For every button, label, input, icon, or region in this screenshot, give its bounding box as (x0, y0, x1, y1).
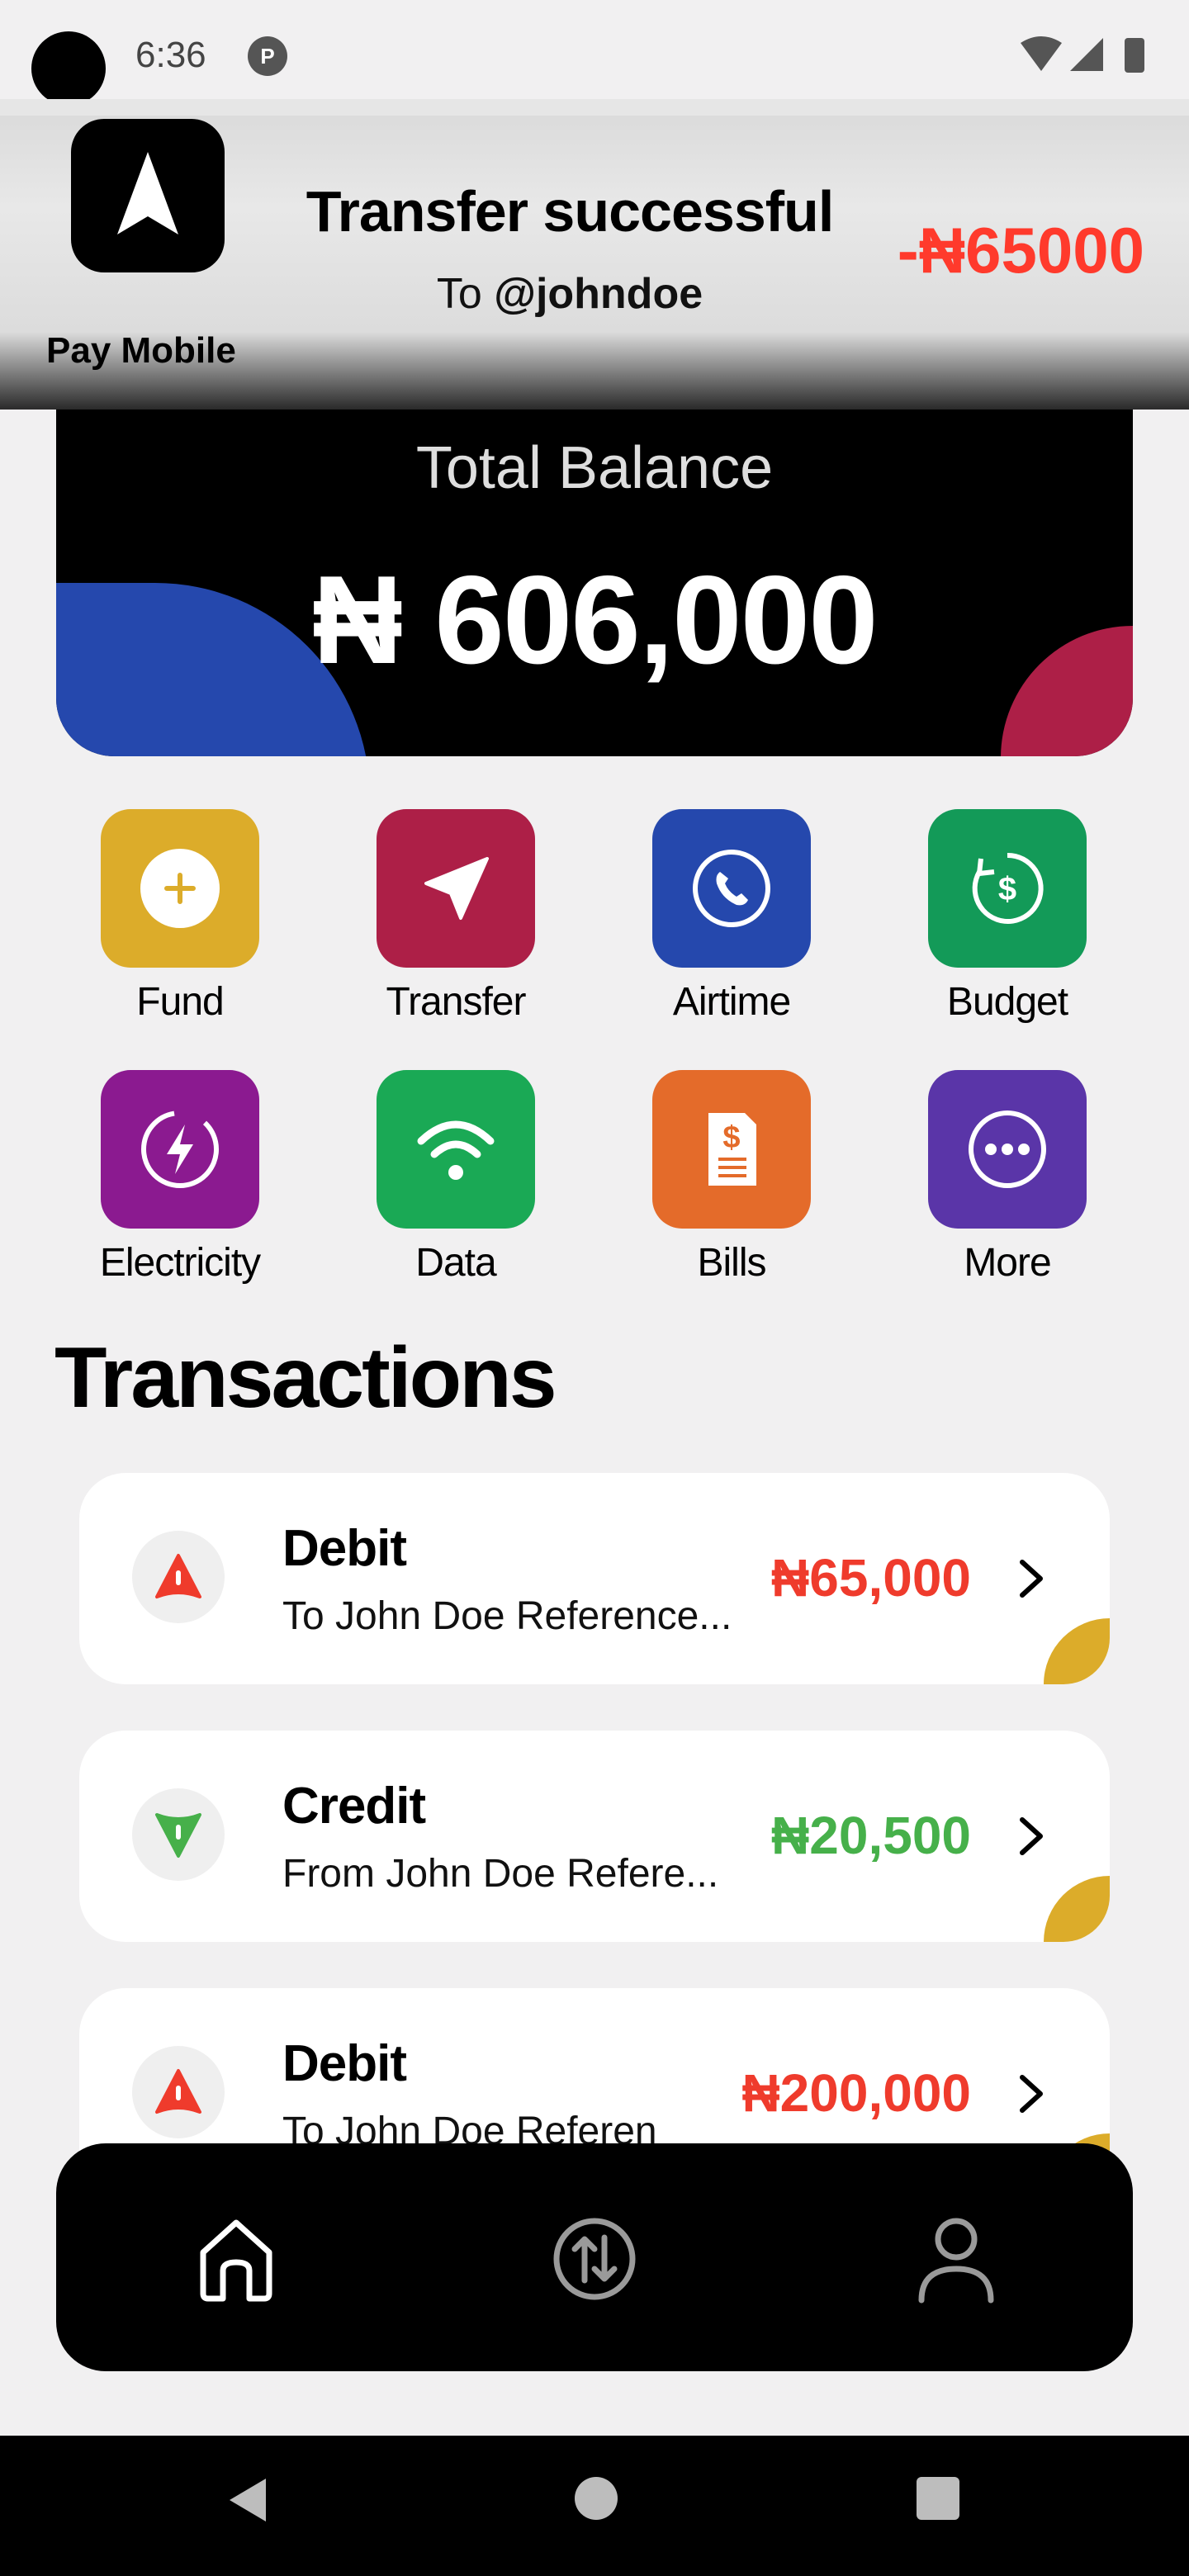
back-icon[interactable] (225, 2475, 271, 2525)
home-button-icon[interactable] (573, 2475, 619, 2522)
home-icon (200, 2219, 272, 2302)
signal-status-icon (1070, 38, 1103, 71)
svg-text:$: $ (722, 1120, 740, 1155)
debit-badge (132, 2046, 225, 2138)
budget-icon: $ (972, 852, 1044, 924)
data-tile[interactable] (377, 1070, 535, 1229)
budget-tile[interactable]: $ (928, 809, 1087, 968)
battery-status-icon (1125, 38, 1144, 73)
plus-circle-icon (140, 849, 220, 928)
action-label: Bills (697, 1241, 766, 1285)
action-bills[interactable]: $ Bills (608, 1070, 855, 1286)
chevron-right-icon (1020, 1560, 1043, 1598)
action-more[interactable]: More (883, 1070, 1131, 1286)
electricity-tile[interactable] (101, 1070, 259, 1229)
phone-icon (693, 850, 770, 927)
lightning-icon (141, 1110, 219, 1188)
action-label: Budget (946, 980, 1068, 1024)
transaction-row[interactable]: Debit To John Doe Reference... ₦65,000 (79, 1473, 1110, 1684)
more-icon (969, 1110, 1046, 1188)
action-label: More (964, 1241, 1051, 1285)
system-navigation-bar (0, 2436, 1189, 2576)
action-label: Transfer (386, 980, 527, 1024)
action-airtime[interactable]: Airtime (608, 809, 855, 1025)
action-label: Fund (136, 980, 224, 1024)
system-status-icons (1021, 36, 1144, 73)
decor-leaf (1044, 1876, 1110, 1942)
bills-tile[interactable]: $ (652, 1070, 811, 1229)
transaction-description: To John Doe Reference... (282, 1594, 732, 1638)
send-icon (424, 857, 489, 920)
app-name: Pay Mobile (46, 330, 236, 371)
nav-transfers[interactable] (537, 2201, 652, 2317)
action-budget[interactable]: $ Budget (883, 809, 1131, 1025)
action-label: Data (415, 1241, 496, 1285)
airtime-tile[interactable] (652, 809, 811, 968)
transaction-amount: ₦20,500 (771, 1806, 971, 1865)
svg-text:$: $ (998, 871, 1016, 907)
status-time: 6:36 (135, 35, 206, 75)
recipient-username: @johndoe (494, 270, 703, 318)
balance-label: Total Balance (415, 435, 774, 501)
notification-amount: -₦65000 (897, 214, 1144, 286)
transaction-amount: ₦65,000 (771, 1548, 971, 1608)
transaction-amount: ₦200,000 (741, 2063, 971, 2123)
transaction-description: From John Doe Refere... (282, 1852, 719, 1896)
debit-arrow-icon (155, 2069, 201, 2114)
transaction-row[interactable]: Credit From John Doe Refere... ₦20,500 (79, 1731, 1110, 1942)
action-fund[interactable]: Fund (56, 809, 304, 1025)
transfer-notification[interactable]: Pay Mobile Transfer successful To @johnd… (0, 99, 1189, 410)
nav-home[interactable] (178, 2201, 294, 2317)
fund-tile[interactable] (101, 809, 259, 968)
action-label: Electricity (99, 1241, 261, 1285)
recipient-prefix: To (436, 270, 495, 318)
more-tile[interactable] (928, 1070, 1087, 1229)
chevron-right-icon (1020, 2075, 1043, 2113)
wifi-icon (417, 1120, 495, 1180)
wifi-status-icon (1021, 36, 1062, 71)
action-data[interactable]: Data (332, 1070, 580, 1286)
balance-amount: ₦ 606,000 (312, 550, 878, 690)
status-bar: 6:36 P (0, 0, 1189, 116)
action-transfer[interactable]: Transfer (332, 809, 580, 1025)
transaction-type: Credit (282, 1778, 426, 1835)
nav-profile[interactable] (898, 2201, 1014, 2317)
recents-icon[interactable] (915, 2475, 961, 2522)
debit-arrow-icon (155, 1554, 201, 1598)
decor-leaf (1044, 1618, 1110, 1684)
transfer-arrows-icon (553, 2218, 636, 2300)
camera-cutout (31, 31, 106, 106)
transactions-heading: Transactions (54, 1330, 557, 1426)
transaction-type: Debit (282, 1520, 407, 1577)
balance-card: Total Balance ₦ 606,000 (56, 410, 1133, 756)
credit-arrow-icon (155, 1813, 201, 1858)
action-electricity[interactable]: Electricity (56, 1070, 304, 1286)
bottom-nav (56, 2143, 1133, 2371)
action-label: Airtime (672, 980, 791, 1024)
transfer-tile[interactable] (377, 809, 535, 968)
profile-icon (918, 2218, 994, 2304)
bill-icon: $ (708, 1113, 756, 1186)
chevron-right-icon (1020, 1817, 1043, 1855)
debit-badge (132, 1531, 225, 1623)
notification-app-icon: P (248, 36, 287, 76)
transaction-type: Debit (282, 2035, 407, 2092)
credit-badge (132, 1788, 225, 1881)
